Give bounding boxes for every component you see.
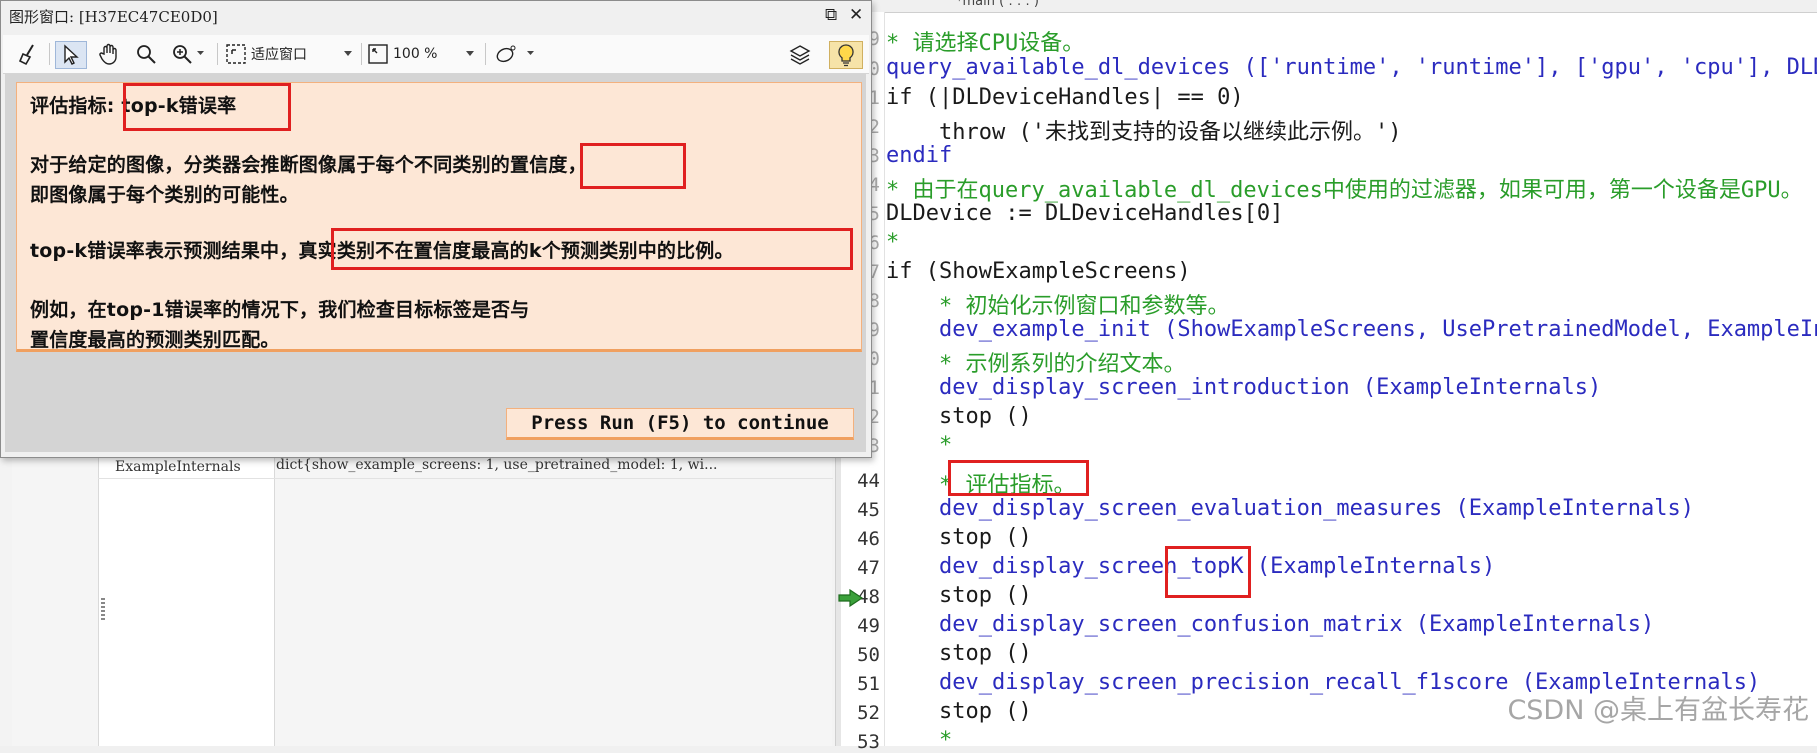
message-line: 即图像属于每个类别的可能性。 bbox=[30, 184, 299, 206]
editor-tab-main[interactable]: *main ( : : : ) bbox=[956, 0, 1039, 9]
code-line[interactable]: dev_example_init (ShowExampleScreens, Us… bbox=[886, 317, 1817, 342]
zoom-level-dropdown[interactable]: 100 % bbox=[367, 41, 477, 67]
pointer-tool-icon[interactable] bbox=[55, 41, 87, 69]
program-counter-arrow-icon bbox=[838, 589, 864, 607]
variable-name: ExampleInternals bbox=[115, 459, 241, 475]
code-line-comment[interactable]: * bbox=[886, 433, 952, 458]
highlight-box-confidence bbox=[580, 143, 686, 189]
line-number: 46 bbox=[857, 528, 880, 550]
clear-broom-icon[interactable] bbox=[15, 41, 43, 67]
highlight-box-topk bbox=[1165, 546, 1251, 598]
code-line-comment[interactable]: * bbox=[886, 728, 952, 753]
variables-name-column bbox=[98, 440, 275, 746]
code-line[interactable]: dev_display_screen_introduction (Example… bbox=[886, 375, 1601, 400]
chevron-down-icon bbox=[344, 51, 352, 56]
pan-hand-icon[interactable] bbox=[95, 41, 123, 67]
line-number: 51 bbox=[857, 673, 880, 695]
graphics-window-title: 图形窗口: [H37EC47CE0D0] bbox=[9, 8, 218, 26]
layers-icon[interactable] bbox=[785, 41, 815, 67]
highlight-box-comment bbox=[948, 460, 1089, 496]
message-line: 例如，在top-1错误率的情况下，我们检查目标标签是否与 bbox=[30, 299, 530, 321]
graphics-toolbar: 适应窗口 100 % bbox=[3, 35, 869, 74]
zoom-level-label: 100 % bbox=[393, 46, 438, 62]
variable-value: dict{show_example_screens: 1, use_pretra… bbox=[276, 457, 718, 473]
code-line[interactable]: stop () bbox=[886, 583, 1032, 608]
zoom-in-icon[interactable] bbox=[169, 41, 209, 67]
chevron-down-icon bbox=[466, 51, 474, 56]
fit-window-dropdown[interactable]: 适应窗口 bbox=[225, 41, 355, 67]
highlight-box-definition bbox=[331, 228, 853, 270]
code-line[interactable]: DLDevice := DLDeviceHandles[0] bbox=[886, 201, 1283, 226]
code-line[interactable]: throw ('未找到支持的设备以继续此示例。') bbox=[886, 114, 1401, 146]
line-number: 50 bbox=[857, 644, 880, 666]
line-number: 44 bbox=[857, 470, 880, 492]
code-line-comment[interactable]: * 由于在query_available_dl_devices中使用的过滤器，如… bbox=[886, 172, 1803, 204]
close-icon[interactable]: ✕ bbox=[849, 5, 863, 25]
watermark: CSDN @桌上有盆长寿花 bbox=[1507, 695, 1809, 726]
code-line[interactable]: endif bbox=[886, 143, 952, 168]
code-line-comment[interactable]: * bbox=[886, 230, 899, 255]
code-line[interactable]: stop () bbox=[886, 404, 1032, 429]
line-number: 47 bbox=[857, 557, 880, 579]
message-line: 对于给定的图像，分类器会推断图像属于每个不同类别的置信度， bbox=[30, 154, 587, 176]
code-line-comment[interactable]: * 初始化示例窗口和参数等。 bbox=[886, 288, 1230, 320]
message-line: 置信度最高的预测类别匹配。 bbox=[30, 329, 280, 351]
run-continue-button[interactable]: Press Run (F5) to continue bbox=[506, 408, 854, 440]
toolbar-separator bbox=[485, 43, 486, 65]
code-line-comment[interactable]: * 请选择CPU设备。 bbox=[886, 25, 1084, 57]
code-line[interactable]: stop () bbox=[886, 699, 1032, 724]
code-line-comment[interactable]: * 示例系列的介绍文本。 bbox=[886, 346, 1186, 378]
code-line[interactable]: dev_display_screen_confusion_matrix (Exa… bbox=[886, 612, 1654, 637]
magnifier-icon[interactable] bbox=[133, 41, 159, 67]
code-line[interactable]: if (|DLDeviceHandles| == 0) bbox=[886, 85, 1244, 110]
highlight-box-title bbox=[123, 83, 291, 131]
toolbar-separator bbox=[361, 43, 362, 65]
line-number: 53 bbox=[857, 731, 880, 753]
code-line[interactable]: stop () bbox=[886, 641, 1032, 666]
code-line[interactable]: stop () bbox=[886, 525, 1032, 550]
draw-shape-icon[interactable] bbox=[493, 41, 537, 67]
gutter-divider bbox=[884, 12, 885, 746]
lightbulb-icon[interactable] bbox=[829, 41, 863, 69]
toolbar-separator bbox=[49, 43, 50, 65]
toolbar-separator bbox=[217, 43, 218, 65]
editor-tab-bar: *main ( : : : ) bbox=[841, 0, 1817, 13]
panel-resize-grip[interactable] bbox=[101, 598, 105, 620]
restore-window-icon[interactable]: ⧉ bbox=[825, 5, 837, 25]
code-line[interactable]: dev_display_screen_evaluation_measures (… bbox=[886, 496, 1694, 521]
code-line[interactable]: if (ShowExampleScreens) bbox=[886, 259, 1191, 284]
line-number: 52 bbox=[857, 702, 880, 724]
code-line[interactable]: query_available_dl_devices (['runtime', … bbox=[886, 55, 1817, 80]
line-number: 45 bbox=[857, 499, 880, 521]
line-number: 49 bbox=[857, 615, 880, 637]
fit-window-label: 适应窗口 bbox=[251, 47, 307, 63]
